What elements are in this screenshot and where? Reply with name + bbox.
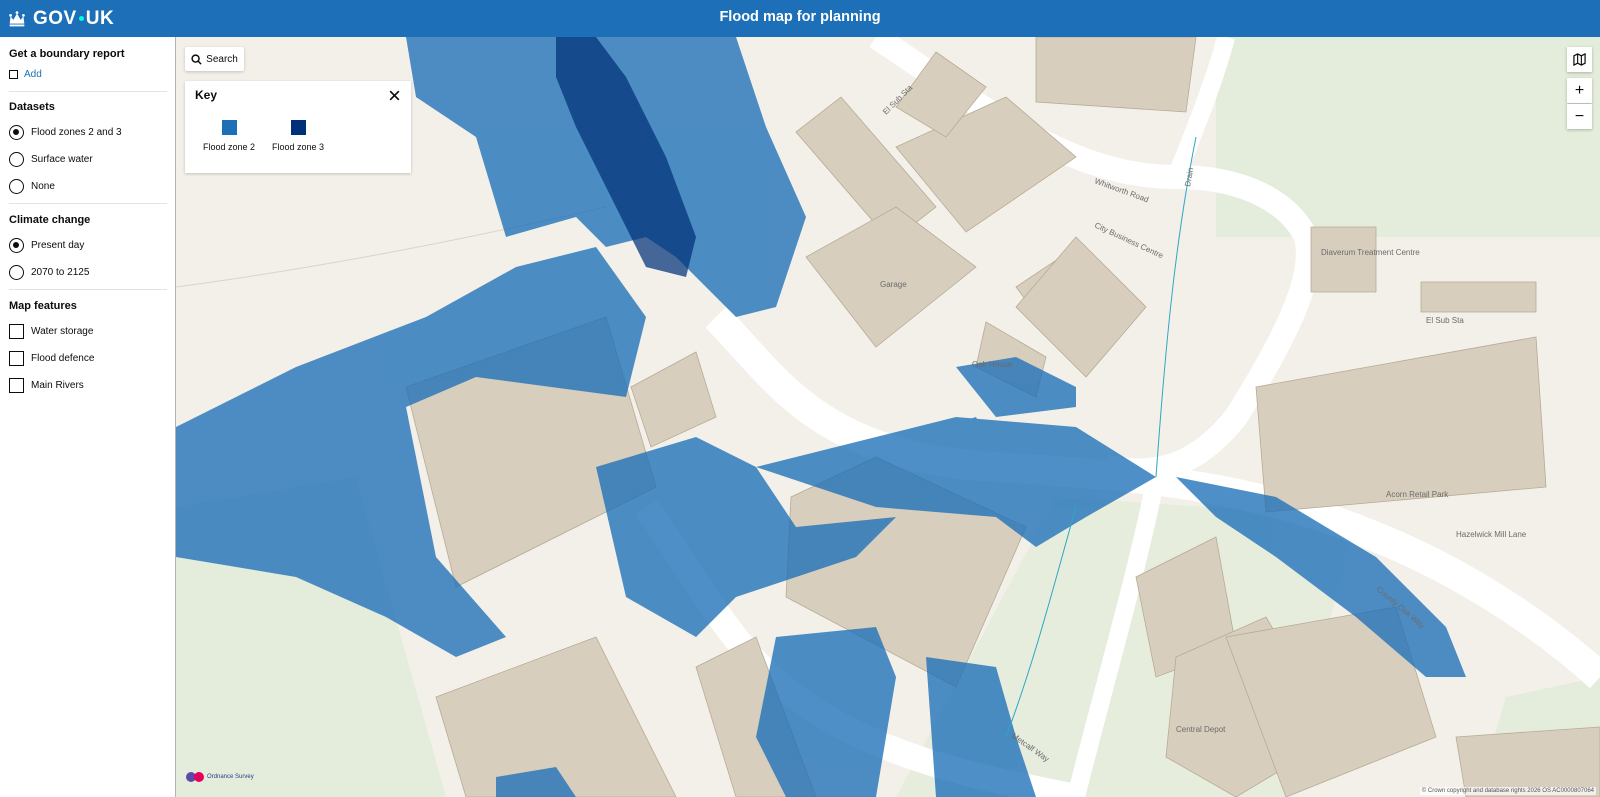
radio-label: None [31, 181, 55, 192]
map-style-button[interactable] [1567, 47, 1592, 72]
ordnance-survey-logo: Ordnance Survey [186, 772, 254, 782]
divider [9, 289, 167, 290]
checkbox-label: Flood defence [31, 353, 95, 364]
checkbox-flood-defence[interactable]: Flood defence [9, 351, 94, 366]
map-label-diaverum: Diaverum Treatment Centre [1321, 248, 1420, 257]
search-icon [191, 53, 202, 65]
map-search-label: Search [206, 53, 238, 65]
radio-button[interactable] [9, 238, 24, 253]
boundary-report-title: Get a boundary report [9, 48, 125, 60]
boundary-icon [9, 70, 18, 79]
map-label-oak-house: Oak House [972, 360, 1013, 369]
flood-zone-3-swatch [290, 120, 306, 135]
radio-label: Flood zones 2 and 3 [31, 127, 122, 138]
map-label-garage: Garage [880, 280, 907, 289]
checkbox[interactable] [9, 378, 24, 393]
checkbox[interactable] [9, 324, 24, 339]
copyright-notice: © Crown copyright and database rights 20… [1419, 787, 1596, 795]
map-search-button[interactable]: Search [185, 47, 244, 71]
checkbox-water-storage[interactable]: Water storage [9, 324, 93, 339]
map-label-city-business-centre: City Business Centre [1093, 221, 1165, 261]
radio-present-day[interactable]: Present day [9, 238, 84, 253]
datasets-title: Datasets [9, 101, 55, 113]
radio-button[interactable] [9, 265, 24, 280]
map-label-acorn-retail-park: Acorn Retail Park [1386, 490, 1449, 499]
radio-none[interactable]: None [9, 179, 55, 194]
map-label-el-sub-sta-right: El Sub Sta [1426, 316, 1464, 325]
radio-2070-2125[interactable]: 2070 to 2125 [9, 265, 89, 280]
header: GOV UK Flood map for planning [0, 0, 1600, 37]
key-panel: Key Flood zone 2 Flood zone 3 [185, 81, 411, 173]
zoom-out-button[interactable]: − [1567, 104, 1592, 129]
flood-zone-2-swatch [221, 120, 237, 135]
key-item-flood-zone-2: Flood zone 2 [189, 120, 269, 152]
radio-label: Surface water [31, 154, 93, 165]
checkbox[interactable] [9, 351, 24, 366]
add-boundary-label: Add [24, 69, 42, 80]
radio-button[interactable] [9, 152, 24, 167]
checkbox-label: Main Rivers [31, 380, 84, 391]
radio-surface-water[interactable]: Surface water [9, 152, 93, 167]
zoom-in-button[interactable]: + [1567, 78, 1592, 103]
radio-flood-zones[interactable]: Flood zones 2 and 3 [9, 125, 122, 140]
map-features-title: Map features [9, 300, 77, 312]
radio-label: Present day [31, 240, 85, 251]
key-title: Key [195, 88, 218, 102]
page-title: Flood map for planning [719, 9, 881, 25]
checkbox-main-rivers[interactable]: Main Rivers [9, 378, 84, 393]
radio-button[interactable] [9, 179, 24, 194]
key-item-label: Flood zone 3 [271, 142, 325, 152]
sidebar: Get a boundary report Add Datasets Flood… [0, 37, 176, 797]
map-icon [1573, 53, 1586, 66]
climate-change-title: Climate change [9, 214, 91, 226]
map-label-central-depot: Central Depot [1176, 725, 1226, 734]
map-label-hazelwick-mill-lane: Hazelwick Mill Lane [1456, 530, 1527, 539]
close-icon[interactable] [388, 89, 401, 102]
key-item-flood-zone-3: Flood zone 3 [258, 120, 338, 152]
add-boundary-link[interactable]: Add [9, 69, 42, 80]
divider [9, 203, 167, 204]
radio-button[interactable] [9, 125, 24, 140]
divider [9, 91, 167, 92]
key-item-label: Flood zone 2 [202, 142, 256, 152]
radio-label: 2070 to 2125 [31, 267, 90, 278]
checkbox-label: Water storage [31, 326, 94, 337]
